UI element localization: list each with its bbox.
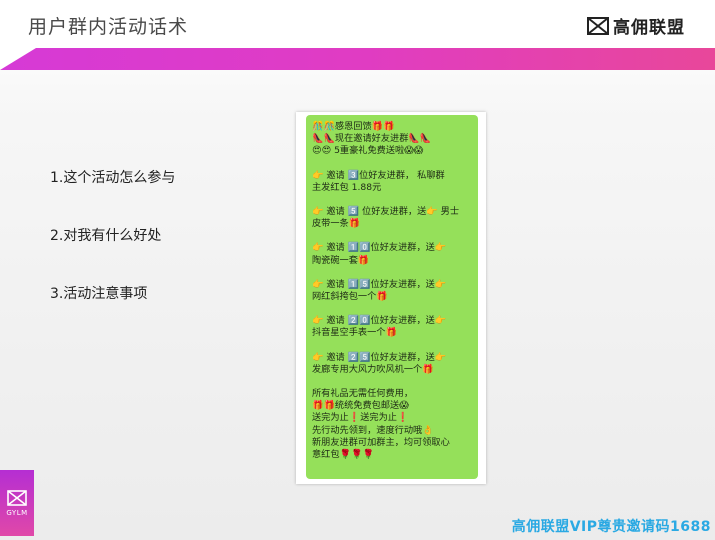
brand-badge: GYLM [0, 470, 34, 536]
message-line: 意红包🌹🌹🌹 [312, 449, 374, 461]
message-line: 发廊专用大风力吹风机一个🎁 [312, 363, 434, 375]
message-line: 送完为止❗送完为止❗ [312, 412, 409, 424]
message-line: 👉 邀请 1️⃣0️⃣位好友进群，送👉 [312, 242, 447, 254]
accent-banner [0, 48, 715, 70]
message-line: 👉 邀请 2️⃣5️⃣位好友进群，送👉 [312, 351, 447, 363]
brand-badge-icon [7, 489, 27, 506]
chat-screenshot: 🎊🎊感恩回馈🎁🎁 👠👠现在邀请好友进群👠👠 😍😍 5重豪礼免费送啦😱😱 👉 邀请 3️… [296, 112, 486, 484]
question-item: 1.这个活动怎么参与 [50, 170, 176, 186]
bubble-tail [477, 124, 478, 134]
chat-message-bubble: 🎊🎊感恩回馈🎁🎁 👠👠现在邀请好友进群👠👠 😍😍 5重豪礼免费送啦😱😱 👉 邀请 3️… [306, 115, 478, 479]
message-line: 👉 邀请 3️⃣位好友进群， 私聊群 [312, 169, 445, 181]
header: 用户群内活动话术 高佣联盟 [0, 0, 715, 48]
message-line: 主发红包 1.88元 [312, 181, 382, 193]
brand-badge-text: GYLM [6, 508, 28, 517]
message-line: 新朋友进群可加群主，均可领取心 [312, 436, 450, 448]
brand-logo-icon [587, 16, 609, 35]
message-line: 👉 邀请 5️⃣ 位好友进群，送👉 男士 [312, 206, 460, 218]
message-line: 😍😍 5重豪礼免费送啦😱😱 [312, 145, 424, 157]
message-line: 抖音星空手表一个🎁 [312, 327, 397, 339]
page-title: 用户群内活动话术 [28, 16, 189, 38]
brand-logo: 高佣联盟 [587, 13, 685, 38]
message-line: 网红斜挎包一个🎁 [312, 291, 388, 303]
question-item: 3.活动注意事项 [50, 286, 148, 302]
message-line: 所有礼品无需任何费用， [312, 388, 414, 400]
question-list: 1.这个活动怎么参与 2.对我有什么好处 3.活动注意事项 [50, 168, 175, 342]
message-line: 👉 邀请 2️⃣0️⃣位好友进群，送👉 [312, 315, 447, 327]
brand-logo-text: 高佣联盟 [613, 18, 685, 38]
message-line: 👉 邀请 1️⃣5️⃣位好友进群，送👉 [312, 278, 447, 290]
message-line: 👠👠现在邀请好友进群👠👠 [312, 133, 432, 145]
message-line: 🎊🎊感恩回馈🎁🎁 [312, 121, 395, 132]
watermark: 高佣联盟VIP尊贵邀请码1688 [511, 519, 711, 535]
banner-notch [0, 48, 36, 70]
message-line: 皮带一条🎁 [312, 218, 361, 230]
message-line: 陶瓷碗一套🎁 [312, 254, 370, 266]
slide: 用户群内活动话术 高佣联盟 1.这个活动怎么参与 2.对我有什么好处 3.活动注… [0, 0, 715, 540]
message-line: 🎁🎁统统免费包邮送😱 [312, 400, 409, 412]
message-line: 先行动先领到，速度行动哦👌 [312, 424, 434, 436]
question-item: 2.对我有什么好处 [50, 228, 162, 244]
